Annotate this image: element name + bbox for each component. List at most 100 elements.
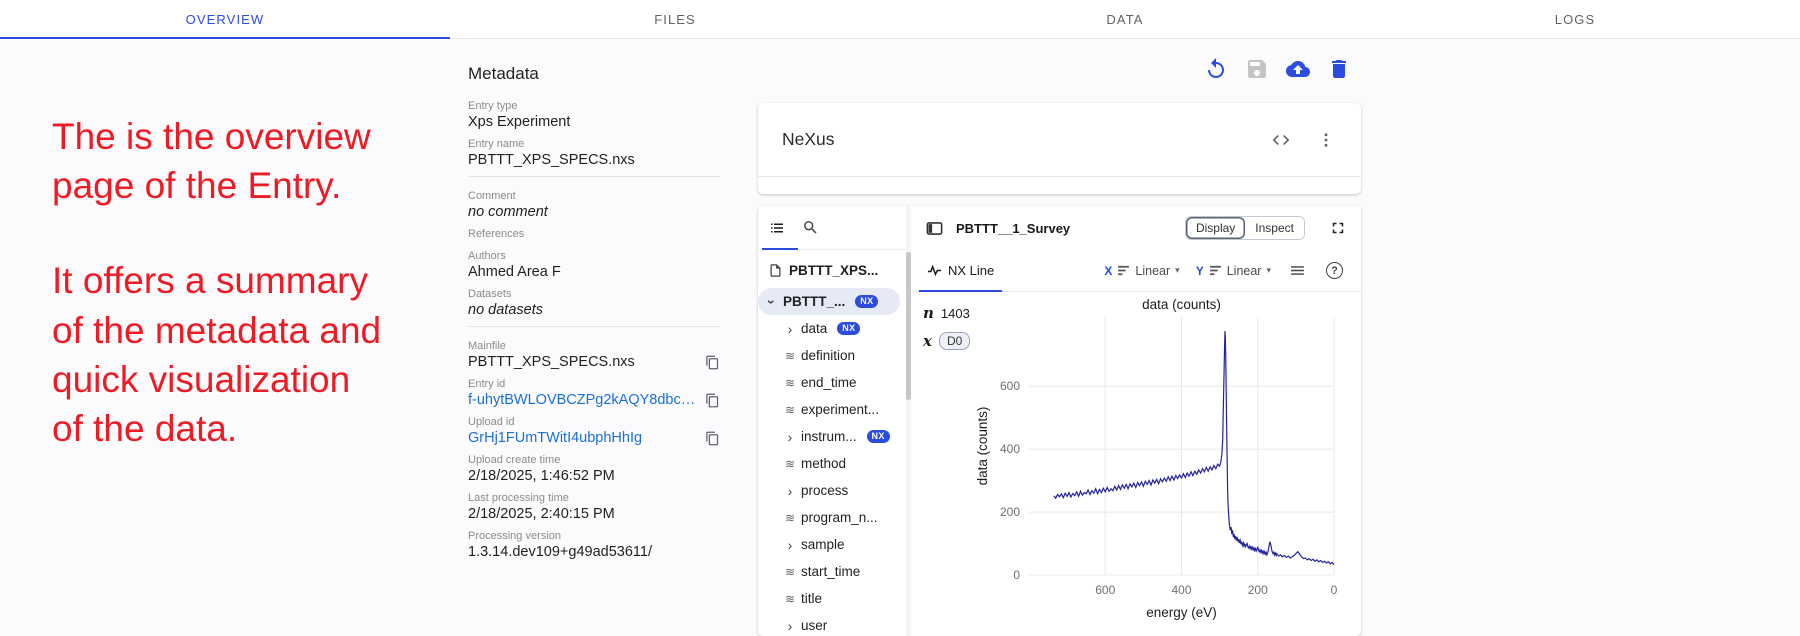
field-label: References (468, 228, 720, 240)
field-value-row: 2/18/2025, 1:46:52 PM (468, 468, 720, 484)
tree-item-user[interactable]: ›user (758, 612, 906, 636)
y-scale-select[interactable]: Y Linear ▾ (1196, 264, 1271, 278)
metadata-title: Metadata (468, 64, 720, 84)
nx-badge: NX (867, 430, 890, 443)
fullscreen-button[interactable] (1327, 217, 1349, 239)
chevron-right-icon: › (784, 538, 796, 552)
upload-entry-button[interactable] (1285, 56, 1311, 82)
tree-item-label: PBTTT_... (783, 294, 845, 309)
metadata-field-mainfile: MainfilePBTTT_XPS_SPECS.nxs (468, 340, 720, 370)
inspect-mode-button[interactable]: Inspect (1245, 217, 1304, 239)
tree-item-label: data (801, 321, 827, 336)
dataset-icon: ≋ (784, 349, 796, 363)
field-value: no datasets (468, 302, 543, 318)
tree-item-process[interactable]: ›process (758, 477, 906, 504)
help-button[interactable]: ? (1324, 260, 1345, 281)
display-inspect-toggle: Display Inspect (1185, 216, 1305, 240)
tree-item-instrum[interactable]: › instrum... NX (758, 423, 906, 450)
x-symbol: x (923, 332, 932, 350)
field-value[interactable]: f-uhytBWLOVBCZPg2kAQY8dbcoqc (468, 392, 697, 408)
metadata-field-references: References (468, 228, 720, 250)
save-entry-button[interactable] (1244, 56, 1270, 82)
field-value-row: Ahmed Area F (468, 264, 720, 280)
list-icon (768, 219, 786, 237)
tree-root-file[interactable]: PBTTT_XPS... (758, 254, 906, 286)
code-icon (1271, 130, 1291, 150)
tree-search-tab[interactable] (800, 217, 821, 238)
field-value: 2/18/2025, 2:40:15 PM (468, 506, 615, 522)
field-value: PBTTT_XPS_SPECS.nxs (468, 354, 635, 370)
line-plot-icon (927, 263, 942, 278)
metadata-divider (468, 176, 720, 177)
tree-item-sample[interactable]: › sample (758, 531, 906, 558)
save-icon (1245, 57, 1269, 81)
tree-item-title[interactable]: ≋title (758, 585, 906, 612)
display-mode-button[interactable]: Display (1186, 217, 1245, 239)
tree-toolbar (758, 206, 906, 250)
x-scale-select[interactable]: X Linear ▾ (1104, 264, 1179, 278)
tree-item-label: sample (801, 537, 845, 552)
tree-item-label: end_time (801, 375, 857, 390)
chevron-down-icon: › (765, 296, 779, 308)
field-label: Entry type (468, 100, 720, 112)
dataset-icon: ≋ (784, 511, 796, 525)
tree-item-label: instrum... (801, 429, 857, 444)
y-axis-letter: Y (1196, 264, 1204, 278)
tree-item-end-time[interactable]: ≋end_time (758, 369, 906, 396)
field-label: Comment (468, 190, 720, 202)
field-value-row: PBTTT_XPS_SPECS.nxs (468, 354, 720, 370)
spectrum-plot[interactable]: 02004006006004002000data (counts)energy … (911, 294, 1361, 636)
plot-menu-button[interactable] (1287, 260, 1308, 281)
x-tick-label: 600 (1095, 583, 1115, 597)
field-value-row: no datasets (468, 302, 720, 318)
field-value: no comment (468, 204, 548, 220)
cloud-upload-icon (1286, 57, 1310, 81)
y-axis-label: data (counts) (975, 407, 990, 486)
sidebar-toggle-icon (925, 219, 944, 238)
dataset-icon: ≋ (784, 403, 796, 417)
points-count-badge: n 1403 (923, 304, 970, 322)
metadata-panel: Metadata Entry typeXps ExperimentEntry n… (468, 64, 720, 568)
tree-item-start-time[interactable]: ≋start_time (758, 558, 906, 585)
tree-item-program-n[interactable]: ≋program_n... (758, 504, 906, 531)
delete-entry-button[interactable] (1326, 56, 1352, 82)
tree-explore-tab[interactable] (766, 217, 788, 239)
tree-item-definition[interactable]: ≋ definition (758, 342, 906, 369)
nexus-more-button[interactable] (1315, 129, 1337, 151)
y-tick-label: 400 (1000, 442, 1020, 456)
field-label: Last processing time (468, 492, 720, 504)
tab-logs[interactable]: LOGS (1350, 0, 1800, 38)
tab-overview[interactable]: OVERVIEW (0, 0, 450, 38)
field-empty-value (468, 242, 720, 250)
field-value-row: no comment (468, 204, 720, 220)
tree-item-method[interactable]: ≋method (758, 450, 906, 477)
dimension-pill[interactable]: D0 (939, 332, 970, 350)
copy-button[interactable] (697, 431, 720, 446)
metadata-divider (468, 326, 720, 327)
tree-item-experiment[interactable]: ≋experiment... (758, 396, 906, 423)
field-value-row: 2/18/2025, 2:40:15 PM (468, 506, 720, 522)
nx-line-tab[interactable]: NX Line (919, 250, 1002, 291)
plot-panel: PBTTT__1_Survey Display Inspect NX Line … (911, 206, 1361, 636)
tab-files[interactable]: FILES (450, 0, 900, 38)
reload-entry-button[interactable] (1203, 56, 1229, 82)
search-icon (802, 219, 819, 236)
annotation-paragraph-1: The is the overview page of the Entry. (52, 112, 462, 210)
more-vert-icon (1317, 131, 1335, 149)
tree-item-data[interactable]: ›dataNX (758, 315, 906, 342)
toggle-sidebar-button[interactable] (923, 217, 946, 240)
copy-button[interactable] (697, 393, 720, 408)
nexus-code-button[interactable] (1269, 128, 1293, 152)
tree-root-file-name: PBTTT_XPS... (789, 263, 878, 278)
tree-active-tab-indicator (762, 248, 798, 250)
tree-item-pbttt[interactable]: ›PBTTT_...NX (758, 288, 900, 315)
copy-button[interactable] (697, 355, 720, 370)
n-value: 1403 (941, 306, 970, 321)
refresh-icon (1204, 57, 1228, 81)
field-value: 2/18/2025, 1:46:52 PM (468, 468, 615, 484)
field-value[interactable]: GrHj1FUmTWitI4ubphHhIg (468, 430, 642, 446)
chevron-right-icon: › (784, 430, 796, 444)
metadata-field-upload-id: Upload idGrHj1FUmTWitI4ubphHhIg (468, 416, 720, 446)
tab-data[interactable]: DATA (900, 0, 1350, 38)
tree-item-label: definition (801, 348, 855, 363)
